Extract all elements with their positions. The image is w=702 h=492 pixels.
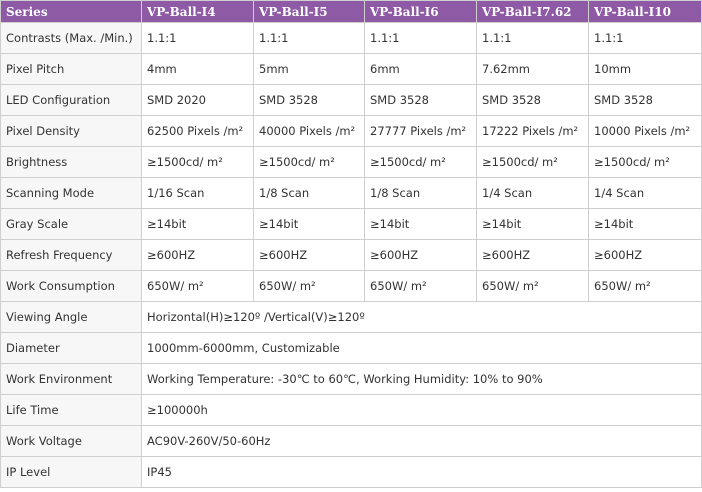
table-row: Work Environment Working Temperature: -3… bbox=[0, 363, 702, 395]
table-cell: SMD 3528 bbox=[253, 84, 365, 116]
table-cell: 10000 Pixels /m² bbox=[588, 115, 702, 147]
table-cell: ≥1500cd/ m² bbox=[364, 146, 477, 178]
table-cell: SMD 3528 bbox=[476, 84, 589, 116]
table-cell: 1.1:1 bbox=[588, 22, 702, 54]
table-row: IP Level IP45 bbox=[0, 456, 702, 488]
row-label: IP Level bbox=[0, 456, 142, 488]
table-row: Pixel Density 62500 Pixels /m² 40000 Pix… bbox=[0, 115, 702, 147]
table-cell: ≥600HZ bbox=[364, 239, 477, 271]
table-row: Diameter 1000mm-6000mm, Customizable bbox=[0, 332, 702, 364]
table-row: Life Time ≥100000h bbox=[0, 394, 702, 426]
merged-cell: AC90V-260V/50-60Hz bbox=[141, 425, 702, 457]
spec-table: Series VP-Ball-I4 VP-Ball-I5 VP-Ball-I6 … bbox=[0, 0, 702, 488]
table-cell: 40000 Pixels /m² bbox=[253, 115, 365, 147]
table-cell: ≥14bit bbox=[476, 208, 589, 240]
row-label: Pixel Pitch bbox=[0, 53, 142, 85]
row-label: Work Consumption bbox=[0, 270, 142, 302]
row-label: Life Time bbox=[0, 394, 142, 426]
table-cell: 5mm bbox=[253, 53, 365, 85]
table-cell: 650W/ m² bbox=[476, 270, 589, 302]
table-cell: ≥14bit bbox=[364, 208, 477, 240]
row-label: Diameter bbox=[0, 332, 142, 364]
table-row: Contrasts (Max. /Min.) 1.1:1 1.1:1 1.1:1… bbox=[0, 22, 702, 54]
table-cell: 17222 Pixels /m² bbox=[476, 115, 589, 147]
table-row: Brightness ≥1500cd/ m² ≥1500cd/ m² ≥1500… bbox=[0, 146, 702, 178]
table-row: Viewing Angle Horizontal(H)≥120º /Vertic… bbox=[0, 301, 702, 333]
table-cell: 1.1:1 bbox=[253, 22, 365, 54]
row-label: Gray Scale bbox=[0, 208, 142, 240]
table-cell: SMD 3528 bbox=[364, 84, 477, 116]
table-cell: SMD 2020 bbox=[141, 84, 254, 116]
row-label: Brightness bbox=[0, 146, 142, 178]
merged-cell: ≥100000h bbox=[141, 394, 702, 426]
table-cell: 1/8 Scan bbox=[364, 177, 477, 209]
table-cell: ≥600HZ bbox=[141, 239, 254, 271]
table-row: Scanning Mode 1/16 Scan 1/8 Scan 1/8 Sca… bbox=[0, 177, 702, 209]
table-cell: ≥1500cd/ m² bbox=[588, 146, 702, 178]
header-vp-ball-i7-62: VP-Ball-I7.62 bbox=[476, 0, 589, 23]
table-cell: 4mm bbox=[141, 53, 254, 85]
table-row: LED Configuration SMD 2020 SMD 3528 SMD … bbox=[0, 84, 702, 116]
row-label: Work Environment bbox=[0, 363, 142, 395]
table-row: Work Consumption 650W/ m² 650W/ m² 650W/… bbox=[0, 270, 702, 302]
table-cell: 650W/ m² bbox=[141, 270, 254, 302]
table-row: Pixel Pitch 4mm 5mm 6mm 7.62mm 10mm bbox=[0, 53, 702, 85]
table-cell: 650W/ m² bbox=[253, 270, 365, 302]
table-cell: SMD 3528 bbox=[588, 84, 702, 116]
header-vp-ball-i6: VP-Ball-I6 bbox=[364, 0, 477, 23]
header-row: Series VP-Ball-I4 VP-Ball-I5 VP-Ball-I6 … bbox=[0, 0, 702, 23]
row-label: Work Voltage bbox=[0, 425, 142, 457]
table-cell: ≥1500cd/ m² bbox=[253, 146, 365, 178]
merged-cell: 1000mm-6000mm, Customizable bbox=[141, 332, 702, 364]
row-label: Refresh Frequency bbox=[0, 239, 142, 271]
table-row: Work Voltage AC90V-260V/50-60Hz bbox=[0, 425, 702, 457]
table-cell: 650W/ m² bbox=[364, 270, 477, 302]
table-cell: 1/4 Scan bbox=[476, 177, 589, 209]
row-label: LED Configuration bbox=[0, 84, 142, 116]
table-cell: ≥14bit bbox=[141, 208, 254, 240]
table-cell: ≥600HZ bbox=[588, 239, 702, 271]
row-label: Viewing Angle bbox=[0, 301, 142, 333]
header-vp-ball-i5: VP-Ball-I5 bbox=[253, 0, 365, 23]
header-series: Series bbox=[0, 0, 142, 23]
merged-cell: Horizontal(H)≥120º /Vertical(V)≥120º bbox=[141, 301, 702, 333]
table-cell: 27777 Pixels /m² bbox=[364, 115, 477, 147]
table-cell: 1/4 Scan bbox=[588, 177, 702, 209]
row-label: Scanning Mode bbox=[0, 177, 142, 209]
table-cell: ≥600HZ bbox=[476, 239, 589, 271]
table-cell: 1.1:1 bbox=[364, 22, 477, 54]
table-row: Refresh Frequency ≥600HZ ≥600HZ ≥600HZ ≥… bbox=[0, 239, 702, 271]
table-cell: 62500 Pixels /m² bbox=[141, 115, 254, 147]
table-cell: 6mm bbox=[364, 53, 477, 85]
table-row: Gray Scale ≥14bit ≥14bit ≥14bit ≥14bit ≥… bbox=[0, 208, 702, 240]
table-cell: ≥600HZ bbox=[253, 239, 365, 271]
table-cell: 1.1:1 bbox=[141, 22, 254, 54]
merged-cell: IP45 bbox=[141, 456, 702, 488]
table-cell: 10mm bbox=[588, 53, 702, 85]
table-cell: ≥1500cd/ m² bbox=[141, 146, 254, 178]
merged-cell: Working Temperature: -30℃ to 60℃, Workin… bbox=[141, 363, 702, 395]
table-cell: ≥14bit bbox=[588, 208, 702, 240]
row-label: Contrasts (Max. /Min.) bbox=[0, 22, 142, 54]
header-vp-ball-i4: VP-Ball-I4 bbox=[141, 0, 254, 23]
table-cell: 7.62mm bbox=[476, 53, 589, 85]
table-cell: 1/8 Scan bbox=[253, 177, 365, 209]
row-label: Pixel Density bbox=[0, 115, 142, 147]
table-cell: ≥14bit bbox=[253, 208, 365, 240]
table-cell: ≥1500cd/ m² bbox=[476, 146, 589, 178]
table-cell: 650W/ m² bbox=[588, 270, 702, 302]
header-vp-ball-i10: VP-Ball-I10 bbox=[588, 0, 702, 23]
table-cell: 1/16 Scan bbox=[141, 177, 254, 209]
table-cell: 1.1:1 bbox=[476, 22, 589, 54]
